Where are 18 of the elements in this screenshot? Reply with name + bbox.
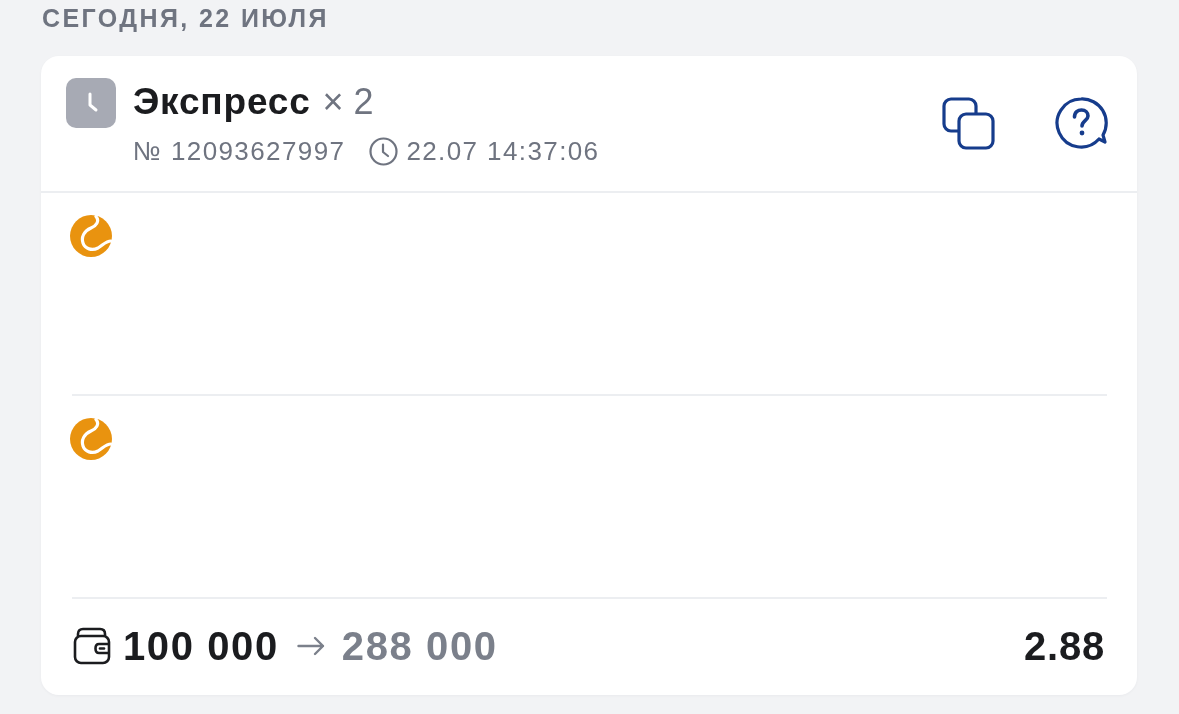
help-chat-icon [1055, 97, 1108, 150]
stake-amount: 100 000 [123, 623, 279, 669]
clock-icon [369, 136, 399, 166]
wallet-icon [73, 626, 111, 666]
odds-value: 2.88 [1023, 623, 1105, 669]
payout-amount: 288 000 [341, 623, 498, 669]
arrow-right-icon [296, 636, 325, 656]
clock-icon [66, 78, 116, 128]
tennis-ball-icon [70, 418, 112, 460]
help-button[interactable] [1055, 97, 1108, 150]
bet-time: 22.07 14:37:06 [406, 136, 600, 166]
multiplier-text: × 2 [322, 80, 374, 124]
copy-icon [942, 97, 995, 150]
section-date-heading: СЕГОДНЯ, 22 ИЮЛЯ [42, 3, 329, 34]
copy-button[interactable] [942, 97, 995, 150]
bet-number: № 12093627997 [133, 136, 346, 166]
tennis-ball-icon [70, 215, 112, 257]
bet-type-title: Экспресс [133, 80, 311, 124]
